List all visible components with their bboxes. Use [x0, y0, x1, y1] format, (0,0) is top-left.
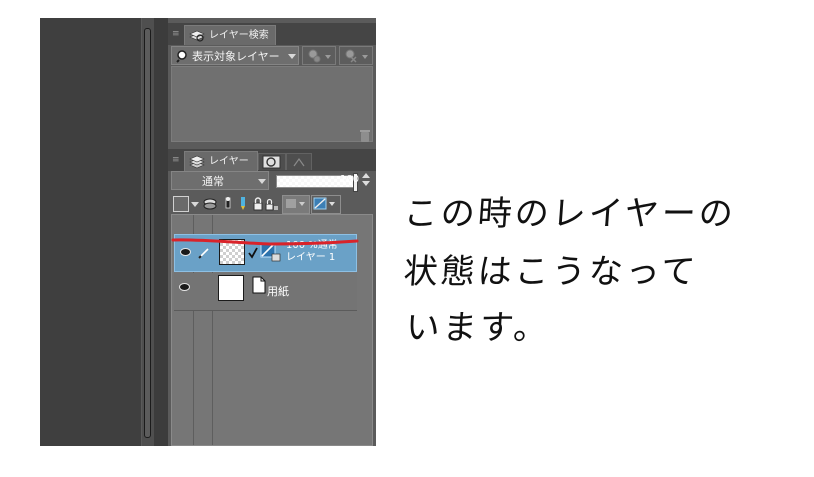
ruler-link-icon[interactable]: [248, 241, 282, 265]
navigator-icon: [293, 157, 305, 167]
layers-icon: [189, 155, 205, 169]
layer-row-1[interactable]: 100 %通常 レイヤー 1: [174, 234, 357, 272]
layer-property-icon: [262, 155, 281, 169]
search-icon: [176, 50, 187, 63]
layer-search-tabbar: ≡ レイヤー検索: [168, 23, 376, 45]
mask-button[interactable]: [282, 195, 310, 214]
layer-tool-row: [171, 194, 371, 214]
search-user-icon: [308, 49, 331, 63]
layer-search-results: [171, 66, 373, 142]
note-line-3: います。: [404, 308, 552, 348]
panel-grip-icon[interactable]: ≡: [172, 28, 182, 40]
visibility-eye-icon[interactable]: [179, 283, 190, 291]
layer-row-paper[interactable]: 用紙: [174, 273, 357, 311]
layer-list: 100 %通常 レイヤー 1 用紙: [171, 214, 373, 446]
search-clear-button[interactable]: [339, 46, 373, 65]
layer-name: 用紙: [267, 285, 289, 298]
display-target-dropdown[interactable]: 表示対象レイヤー: [171, 46, 299, 65]
search-clear-icon: [345, 49, 368, 63]
handwritten-note: この時のレイヤーの 状態はこうなって います。: [402, 178, 794, 348]
layer-tabbar: ≡ レイヤー: [168, 149, 376, 171]
layer-color-button[interactable]: [173, 196, 189, 212]
clipping-icon[interactable]: [203, 197, 217, 211]
draft-layer-icon[interactable]: [237, 196, 249, 212]
ruler-button[interactable]: [311, 195, 341, 214]
paper-layer-icon: [252, 276, 266, 294]
note-line-2: 状態はこうなって: [402, 252, 700, 292]
search-condition-button[interactable]: [302, 46, 336, 65]
vertical-scrollbar[interactable]: [141, 18, 154, 446]
scrollbar-thumb[interactable]: [144, 28, 151, 438]
opacity-value: 100: [340, 174, 360, 185]
trash-icon[interactable]: [358, 128, 372, 144]
pen-edit-icon[interactable]: [197, 246, 211, 260]
tab-other[interactable]: [286, 153, 312, 170]
reference-layer-icon[interactable]: [222, 196, 234, 212]
note-line-1: この時のレイヤーの: [402, 194, 738, 234]
chevron-down-icon: [288, 54, 296, 59]
chevron-down-icon: [258, 179, 266, 184]
ruler-icon: [313, 197, 335, 210]
tab-layer-search[interactable]: レイヤー検索: [184, 25, 276, 45]
side-panel-dock: ≡ レイヤー検索 表示対象レイヤー ≡ レイヤー 通常 100 100 %通常 …: [168, 18, 376, 446]
layer-thumbnail: [218, 275, 244, 301]
tab-layer[interactable]: レイヤー: [184, 151, 258, 171]
tab-layer-label: レイヤー: [209, 156, 249, 167]
blend-mode-dropdown[interactable]: 通常: [171, 171, 269, 190]
panel-grip-icon[interactable]: ≡: [172, 154, 182, 166]
panel-divider: [154, 18, 168, 446]
layer-thumbnail: [219, 239, 245, 265]
layer-info: 100 %通常: [286, 240, 338, 251]
tab-layer-property[interactable]: [258, 153, 286, 170]
layer-name: レイヤー 1: [286, 252, 336, 263]
visibility-eye-icon[interactable]: [180, 248, 191, 256]
lock-icon[interactable]: [252, 196, 264, 212]
canvas-area-edge: [40, 18, 141, 446]
tab-layer-search-label: レイヤー検索: [209, 30, 269, 41]
chevron-down-icon[interactable]: [191, 202, 199, 207]
blend-mode-value: 通常: [202, 175, 224, 188]
layer-search-icon: [189, 30, 205, 42]
lock-transparency-icon[interactable]: [265, 196, 279, 212]
opacity-stepper[interactable]: [362, 172, 370, 188]
display-target-label: 表示対象レイヤー: [192, 50, 280, 63]
mask-icon: [286, 199, 305, 208]
